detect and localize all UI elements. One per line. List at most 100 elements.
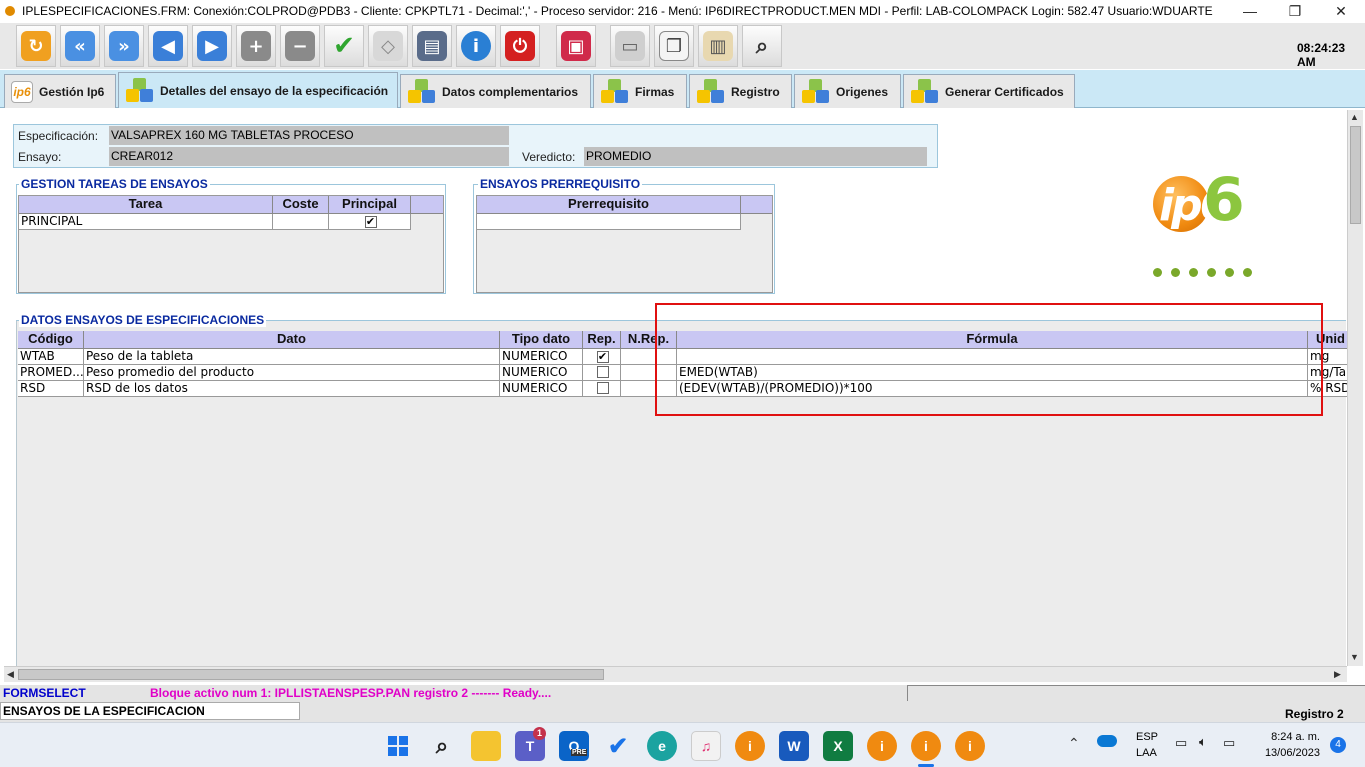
toolbar: ↻ « » ◀ ▶ + − ✔ ◇ ▤ i ⏻ ▣ ▭ ❐ ▥ ⌕ 08:24:…: [0, 23, 1365, 69]
outlook-icon[interactable]: O PRE: [559, 731, 589, 761]
rep-checkbox[interactable]: ✔: [596, 351, 609, 363]
eraser-button[interactable]: ▭: [610, 25, 650, 67]
tareas-group: GESTION TAREAS DE ENSAYOS Tarea Coste Pr…: [16, 177, 446, 294]
tab-generar-certificados[interactable]: Generar Certificados: [903, 74, 1075, 108]
rep-checkbox[interactable]: [596, 366, 609, 378]
column-header-coste[interactable]: Coste: [273, 196, 329, 214]
column-header-principal[interactable]: Principal: [329, 196, 411, 214]
table-cell-dato[interactable]: RSD de los datos: [84, 381, 500, 397]
ip6-app-icon[interactable]: i: [735, 731, 765, 761]
insert-record-button[interactable]: +: [236, 25, 276, 67]
tab-datos-complementarios[interactable]: Datos complementarios: [400, 74, 591, 108]
copy-button[interactable]: ❐: [654, 25, 694, 67]
veredicto-field[interactable]: PROMEDIO: [584, 147, 927, 166]
scroll-up-icon[interactable]: ▲: [1350, 112, 1359, 122]
start-button[interactable]: [383, 731, 413, 761]
rep-checkbox[interactable]: [596, 382, 609, 394]
chevron-up-icon[interactable]: ⌃: [1068, 735, 1080, 752]
tab-origenes[interactable]: Origenes: [794, 74, 901, 108]
scroll-left-icon[interactable]: ◀: [7, 669, 14, 680]
table-cell-principal[interactable]: ✔: [329, 214, 411, 230]
table-cell-dato[interactable]: Peso promedio del producto: [84, 365, 500, 381]
vertical-scroll-thumb[interactable]: [1350, 126, 1361, 224]
status-panel: [907, 685, 1365, 701]
column-header-tipo-dato[interactable]: Tipo dato: [500, 331, 583, 349]
column-header-rep[interactable]: Rep.: [583, 331, 621, 349]
info-button[interactable]: i: [456, 25, 496, 67]
block-name-panel: ENSAYOS DE LA ESPECIFICACION: [0, 702, 300, 720]
file-explorer-icon[interactable]: [471, 731, 501, 761]
language-bottom[interactable]: LAA: [1136, 747, 1157, 759]
tab-gestion-ip6[interactable]: ip6 Gestión Ip6: [4, 74, 116, 108]
tab-label: Detalles del ensayo de la especificación: [160, 84, 389, 98]
todo-icon[interactable]: ✔: [603, 731, 633, 761]
table-cell-prerrequisito[interactable]: [477, 214, 741, 230]
column-header-dato[interactable]: Dato: [84, 331, 500, 349]
scroll-down-icon[interactable]: ▼: [1350, 652, 1359, 662]
network-icon[interactable]: ▭: [1175, 735, 1187, 751]
principal-checkbox[interactable]: ✔: [364, 216, 377, 228]
accept-button[interactable]: ✔: [324, 25, 364, 67]
edge-icon[interactable]: e: [647, 731, 677, 761]
maximize-button[interactable]: ❐: [1272, 0, 1318, 23]
print-button[interactable]: ▤: [412, 25, 452, 67]
horizontal-scroll-thumb[interactable]: [18, 669, 604, 680]
volume-icon[interactable]: 🔈︎: [1199, 734, 1207, 750]
search-button[interactable]: ⌕: [742, 25, 782, 67]
clear-button[interactable]: ◇: [368, 25, 408, 67]
tab-label: Gestión Ip6: [39, 84, 105, 99]
column-header-prerrequisito[interactable]: Prerrequisito: [477, 196, 741, 214]
ensayo-field[interactable]: CREAR012: [109, 147, 509, 166]
power-button[interactable]: ⏻: [500, 25, 540, 67]
ip6-app-icon[interactable]: i: [867, 731, 897, 761]
ip6-app-icon[interactable]: i: [955, 731, 985, 761]
delete-record-button[interactable]: −: [280, 25, 320, 67]
table-cell-codigo[interactable]: PROMED...: [18, 365, 84, 381]
language-top[interactable]: ESP: [1136, 731, 1158, 743]
table-cell-tipo[interactable]: NUMERICO: [500, 381, 583, 397]
lock-button[interactable]: ▣: [556, 25, 596, 67]
close-button[interactable]: ✕: [1318, 0, 1364, 23]
table-cell-rep[interactable]: [583, 381, 621, 397]
word-icon[interactable]: W: [779, 731, 809, 761]
table-cell-dato[interactable]: Peso de la tableta: [84, 349, 500, 365]
last-record-button[interactable]: »: [104, 25, 144, 67]
tab-registro[interactable]: Registro: [689, 74, 792, 108]
scroll-right-icon[interactable]: ▶: [1334, 669, 1341, 680]
table-cell-rep[interactable]: [583, 365, 621, 381]
table-cell-codigo[interactable]: WTAB: [18, 349, 84, 365]
horizontal-scrollbar[interactable]: ◀ ▶: [4, 666, 1347, 682]
refresh-button[interactable]: ↻: [16, 25, 56, 67]
battery-icon[interactable]: ▭: [1223, 735, 1235, 751]
table-cell-rep[interactable]: ✔: [583, 349, 621, 365]
table-cell-coste[interactable]: [273, 214, 329, 230]
teams-icon[interactable]: T 1: [515, 727, 546, 761]
vertical-scrollbar[interactable]: ▲ ▼: [1347, 110, 1363, 666]
tab-firmas[interactable]: Firmas: [593, 74, 687, 108]
previous-button[interactable]: ◀: [148, 25, 188, 67]
table-cell-tipo[interactable]: NUMERICO: [500, 349, 583, 365]
tab-detalles-ensayo[interactable]: Detalles del ensayo de la especificación: [118, 72, 398, 109]
first-record-button[interactable]: «: [60, 25, 100, 67]
status-message: Bloque activo num 1: IPLLISTAENSPESP.PAN…: [150, 686, 552, 700]
taskbar-time[interactable]: 8:24 a. m.: [1264, 731, 1320, 743]
especificacion-field[interactable]: VALSAPREX 160 MG TABLETAS PROCESO: [109, 126, 509, 145]
column-header-codigo[interactable]: Código: [18, 331, 84, 349]
paste-button[interactable]: ▥: [698, 25, 738, 67]
itunes-icon[interactable]: ♫: [691, 731, 721, 761]
table-cell-codigo[interactable]: RSD: [18, 381, 84, 397]
next-button[interactable]: ▶: [192, 25, 232, 67]
ip6-app-icon[interactable]: i: [911, 731, 941, 761]
taskbar-date[interactable]: 13/06/2023: [1256, 747, 1320, 759]
table-cell-tipo[interactable]: NUMERICO: [500, 365, 583, 381]
cubes-icon: [696, 78, 726, 106]
excel-icon[interactable]: X: [823, 731, 853, 761]
onedrive-icon[interactable]: [1097, 735, 1117, 747]
notification-badge[interactable]: 4: [1330, 737, 1346, 753]
minimize-button[interactable]: —: [1227, 0, 1273, 23]
status-bar-bottom: ENSAYOS DE LA ESPECIFICACION Registro 2: [0, 702, 1365, 722]
tareas-grid: Tarea Coste Principal PRINCIPAL ✔: [18, 195, 444, 293]
search-taskbar-icon[interactable]: ⌕: [427, 731, 457, 761]
table-cell-tarea[interactable]: PRINCIPAL: [19, 214, 273, 230]
column-header-tarea[interactable]: Tarea: [19, 196, 273, 214]
